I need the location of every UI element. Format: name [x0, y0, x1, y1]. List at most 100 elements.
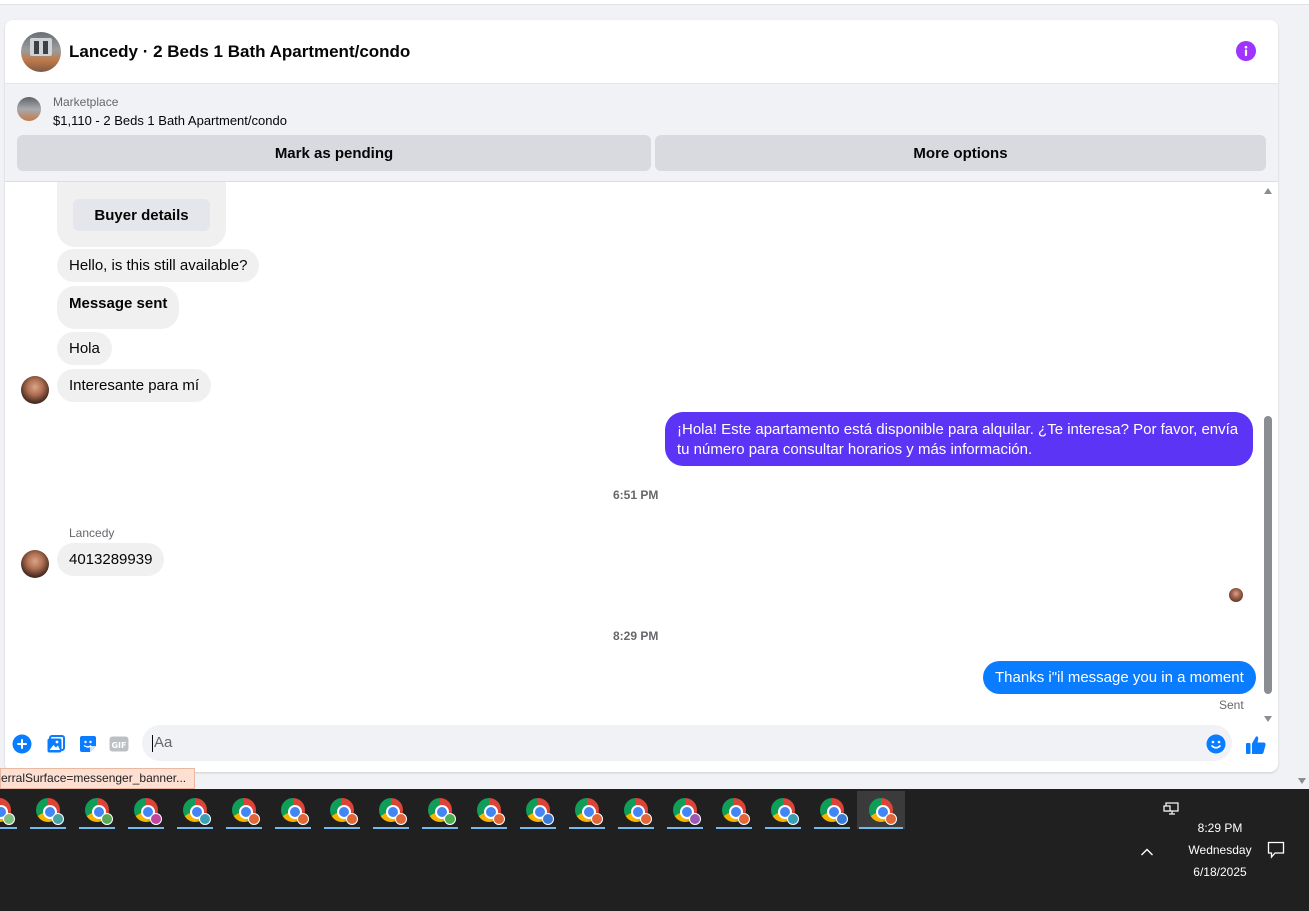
chrome-icon	[85, 798, 113, 825]
profile-badge-icon	[199, 813, 211, 825]
incoming-message[interactable]: Interesante para mí	[57, 369, 212, 402]
running-indicator	[618, 827, 654, 829]
listing-summary[interactable]: $1,110 - 2 Beds 1 Bath Apartment/condo	[53, 113, 287, 128]
incoming-message[interactable]: Hello, is this still available?	[57, 249, 260, 282]
chrome-icon	[722, 798, 750, 825]
listing-avatar[interactable]	[21, 31, 61, 72]
network-icon[interactable]	[1163, 802, 1179, 821]
incoming-message[interactable]: 4013289939	[57, 543, 165, 576]
windows-taskbar: 8:29 PM Wednesday 6/18/2025	[0, 789, 1309, 911]
running-indicator	[814, 827, 850, 829]
running-indicator	[667, 827, 703, 829]
running-indicator	[226, 827, 262, 829]
scroll-thumb[interactable]	[1264, 416, 1272, 694]
plus-circle-icon[interactable]	[12, 734, 32, 754]
chrome-icon	[379, 798, 407, 825]
taskbar-chrome-window[interactable]	[371, 791, 411, 829]
taskbar-chrome-window[interactable]	[812, 791, 852, 829]
notification-icon[interactable]	[1267, 841, 1285, 864]
timestamp: 8:29 PM	[613, 629, 659, 643]
outgoing-message[interactable]: ¡Hola! Este apartamento está disponible …	[665, 412, 1253, 466]
page-scrollbar[interactable]	[1295, 5, 1309, 788]
outgoing-message[interactable]: Thanks i"il message you in a moment	[983, 661, 1256, 694]
message-input-placeholder: Aa	[154, 734, 173, 751]
buyer-card: Buyer details	[57, 182, 226, 247]
taskbar-chrome-window[interactable]	[126, 791, 166, 829]
read-receipt-avatar	[1229, 588, 1243, 602]
chrome-icon	[36, 798, 64, 825]
taskbar-chrome-window[interactable]	[857, 791, 905, 829]
text-caret	[152, 734, 153, 752]
incoming-message[interactable]: Hola	[57, 332, 112, 365]
sender-avatar[interactable]	[21, 376, 49, 404]
incoming-message[interactable]: Message sent	[57, 286, 180, 329]
taskbar-chrome-window[interactable]	[0, 791, 19, 829]
gif-icon[interactable]: GIF	[109, 734, 129, 754]
taskbar-chrome-window[interactable]	[665, 791, 705, 829]
taskbar-chrome-window[interactable]	[763, 791, 803, 829]
chrome-icon	[183, 798, 211, 825]
chrome-icon	[575, 798, 603, 825]
photo-icon[interactable]	[46, 734, 66, 754]
sender-avatar[interactable]	[21, 550, 49, 578]
scroll-up-arrow-icon[interactable]	[1264, 188, 1272, 194]
running-indicator	[0, 827, 17, 829]
running-indicator	[79, 827, 115, 829]
buyer-details-button[interactable]: Buyer details	[73, 199, 210, 231]
chrome-icon	[673, 798, 701, 825]
marketplace-label: Marketplace	[53, 95, 119, 109]
chevron-up-icon[interactable]	[1140, 844, 1154, 862]
emoji-icon[interactable]	[1206, 734, 1226, 754]
status-url-tooltip: erralSurface=messenger_banner...	[0, 768, 196, 789]
more-options-button[interactable]: More options	[655, 135, 1266, 171]
profile-badge-icon	[101, 813, 113, 825]
sticker-icon[interactable]	[78, 734, 98, 754]
profile-badge-icon	[297, 813, 309, 825]
chrome-icon	[526, 798, 554, 825]
profile-badge-icon	[640, 813, 652, 825]
conversation-title[interactable]: Lancedy · 2 Beds 1 Bath Apartment/condo	[69, 42, 410, 62]
message-composer: GIF Aa	[5, 720, 1278, 772]
browser-top-strip	[0, 0, 1309, 5]
scroll-down-arrow-icon[interactable]	[1298, 778, 1306, 784]
thumbs-up-icon[interactable]	[1245, 734, 1267, 756]
taskbar-chrome-window[interactable]	[420, 791, 460, 829]
taskbar-date[interactable]: 6/18/2025	[1170, 865, 1270, 879]
profile-badge-icon	[787, 813, 799, 825]
profile-badge-icon	[836, 813, 848, 825]
taskbar-chrome-window[interactable]	[175, 791, 215, 829]
taskbar-chrome-window[interactable]	[28, 791, 68, 829]
running-indicator	[716, 827, 752, 829]
running-indicator	[128, 827, 164, 829]
taskbar-day[interactable]: Wednesday	[1170, 843, 1270, 857]
running-indicator	[569, 827, 605, 829]
taskbar-chrome-window[interactable]	[616, 791, 656, 829]
chat-scrollbar[interactable]	[1263, 182, 1273, 722]
running-indicator	[30, 827, 66, 829]
taskbar-chrome-window[interactable]	[273, 791, 313, 829]
chrome-icon	[771, 798, 799, 825]
taskbar-chrome-window[interactable]	[322, 791, 362, 829]
taskbar-chrome-window[interactable]	[714, 791, 754, 829]
listing-thumbnail[interactable]	[17, 97, 41, 121]
profile-badge-icon	[591, 813, 603, 825]
taskbar-chrome-window[interactable]	[224, 791, 264, 829]
chrome-icon	[134, 798, 162, 825]
mark-as-pending-button[interactable]: Mark as pending	[17, 135, 651, 171]
taskbar-time[interactable]: 8:29 PM	[1170, 821, 1270, 835]
message-status: Sent	[1219, 698, 1244, 712]
marketplace-banner: Marketplace $1,110 - 2 Beds 1 Bath Apart…	[5, 84, 1278, 182]
taskbar-chrome-window[interactable]	[567, 791, 607, 829]
info-icon[interactable]	[1236, 41, 1256, 61]
chrome-icon	[820, 798, 848, 825]
chrome-icon	[232, 798, 260, 825]
taskbar-chrome-window[interactable]	[77, 791, 117, 829]
profile-badge-icon	[52, 813, 64, 825]
chrome-icon	[477, 798, 505, 825]
taskbar-chrome-window[interactable]	[518, 791, 558, 829]
chat-window: Lancedy · 2 Beds 1 Bath Apartment/condo …	[5, 20, 1278, 772]
chat-header: Lancedy · 2 Beds 1 Bath Apartment/condo	[5, 20, 1278, 84]
message-input[interactable]: Aa	[142, 725, 1232, 761]
svg-text:GIF: GIF	[111, 741, 126, 750]
taskbar-chrome-window[interactable]	[469, 791, 509, 829]
